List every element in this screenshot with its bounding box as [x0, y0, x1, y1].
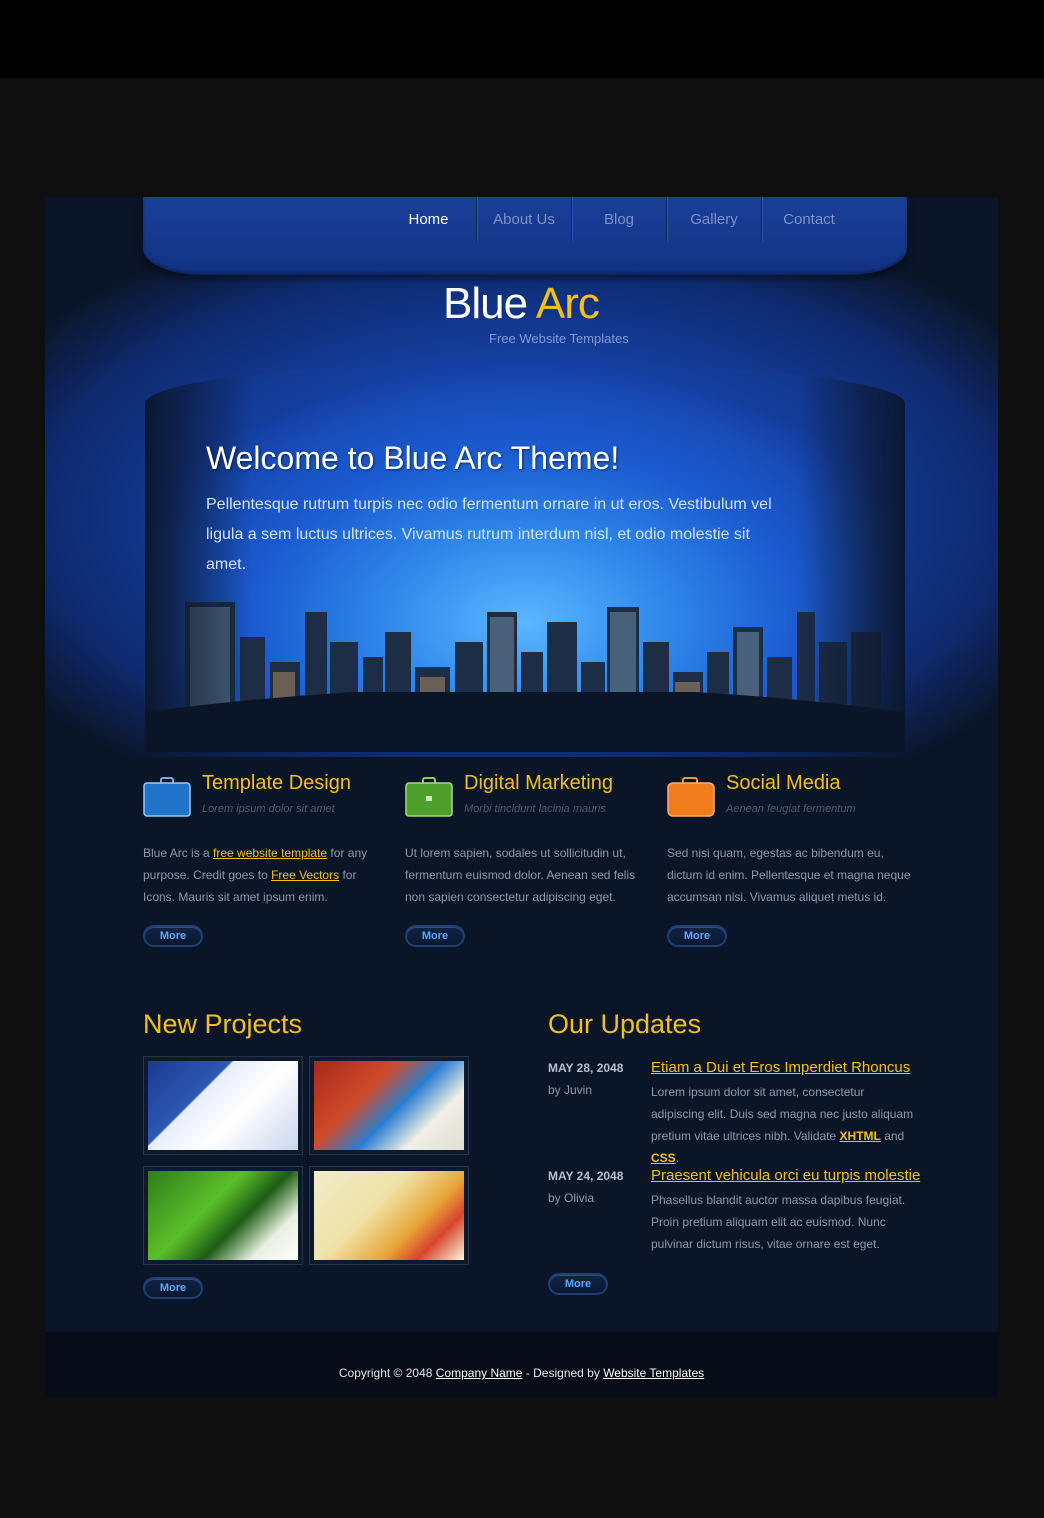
nav-item-gallery[interactable]: Gallery	[666, 197, 761, 241]
update-text-part: and	[880, 1129, 905, 1143]
nav-item-home[interactable]: Home	[381, 197, 476, 241]
orange-briefcase-icon	[667, 777, 715, 817]
blue-briefcase-icon	[143, 777, 191, 817]
update-author: by Olivia	[548, 1191, 595, 1205]
project-image	[314, 1171, 464, 1260]
nav-list: Home About Us Blog Gallery Contact	[381, 197, 856, 241]
hero-bottom-arc	[145, 692, 905, 752]
designed-by-text: - Designed by	[522, 1366, 604, 1380]
feature-text-part: Blue Arc is a	[143, 846, 214, 860]
footer: Copyright © 2048 Company Name - Designed…	[45, 1332, 998, 1397]
green-briefcase-icon	[405, 777, 453, 817]
project-thumbnail[interactable]	[143, 1166, 303, 1265]
xhtml-link[interactable]: XHTML	[840, 1129, 881, 1143]
css-link[interactable]: CSS	[651, 1151, 676, 1165]
update-text: Phasellus blandit auctor massa dapibus f…	[651, 1193, 906, 1251]
update-author: by Juvin	[548, 1083, 593, 1097]
more-button-updates[interactable]: More	[548, 1273, 608, 1295]
new-projects-title: New Projects	[143, 1009, 303, 1039]
hero-banner: Welcome to Blue Arc Theme! Pellentesque …	[145, 362, 905, 752]
copyright-prefix: Copyright © 2048	[338, 1366, 436, 1380]
feature-subtitle: Aenean feugiat fermentum	[726, 803, 856, 815]
feature-text: Ut lorem sapien, sodales ut sollicitudin…	[405, 846, 636, 904]
site-tagline: Free Website Templates	[489, 331, 629, 346]
update-date: MAY 24, 2048	[548, 1169, 624, 1183]
company-name-link[interactable]: Company Name	[436, 1366, 523, 1380]
project-thumbnail[interactable]	[143, 1056, 303, 1155]
top-black-bar	[0, 0, 1044, 78]
update-text: Lorem ipsum dolor sit amet, consectetur …	[651, 1081, 916, 1169]
free-website-template-link[interactable]: free website template	[213, 846, 327, 860]
hero-text: Pellentesque rutrum turpis nec odio ferm…	[206, 496, 772, 573]
feature-subtitle: Morbi tincidunt lacinia mauris	[464, 803, 606, 815]
more-button-projects[interactable]: More	[143, 1277, 203, 1299]
more-button-social-media[interactable]: More	[667, 925, 727, 947]
logo-part-1: Blue	[443, 279, 528, 328]
nav-item-contact[interactable]: Contact	[761, 197, 856, 241]
project-thumbnail[interactable]	[309, 1056, 469, 1155]
update-title-link[interactable]: Etiam a Dui et Eros Imperdiet Rhoncus	[651, 1059, 910, 1076]
logo-part-2: Arc	[535, 279, 600, 328]
feature-title: Digital Marketing	[464, 772, 613, 794]
more-button-template-design[interactable]: More	[143, 925, 203, 947]
update-text-part: .	[675, 1151, 680, 1165]
feature-title: Social Media	[726, 772, 841, 794]
project-image	[148, 1171, 298, 1260]
update-date: MAY 28, 2048	[548, 1061, 624, 1075]
main-nav: Home About Us Blog Gallery Contact	[143, 197, 907, 275]
website-templates-link[interactable]: Website Templates	[603, 1366, 704, 1380]
feature-text: Blue Arc is a free website template for …	[143, 842, 388, 908]
nav-item-about-us[interactable]: About Us	[476, 197, 571, 241]
site-logo[interactable]: Blue Arc	[443, 279, 600, 329]
feature-subtitle: Lorem ipsum dolor sit amet	[202, 803, 335, 815]
nav-item-blog[interactable]: Blog	[571, 197, 666, 241]
free-vectors-link[interactable]: Free Vectors	[271, 868, 339, 882]
update-title-link[interactable]: Praesent vehicula orci eu turpis molesti…	[651, 1167, 920, 1184]
project-thumbnail[interactable]	[309, 1166, 469, 1265]
page-container: Home About Us Blog Gallery Contact Blue …	[45, 197, 998, 1397]
hero-title: Welcome to Blue Arc Theme!	[206, 440, 620, 476]
feature-text: Sed nisi quam, egestas ac bibendum eu, d…	[667, 846, 911, 904]
copyright-text: Copyright © 2048 Company Name - Designed…	[45, 1366, 998, 1380]
our-updates-title: Our Updates	[548, 1009, 702, 1039]
project-image	[314, 1061, 464, 1150]
feature-title: Template Design	[202, 772, 351, 794]
more-button-digital-marketing[interactable]: More	[405, 925, 465, 947]
project-image	[148, 1061, 298, 1150]
